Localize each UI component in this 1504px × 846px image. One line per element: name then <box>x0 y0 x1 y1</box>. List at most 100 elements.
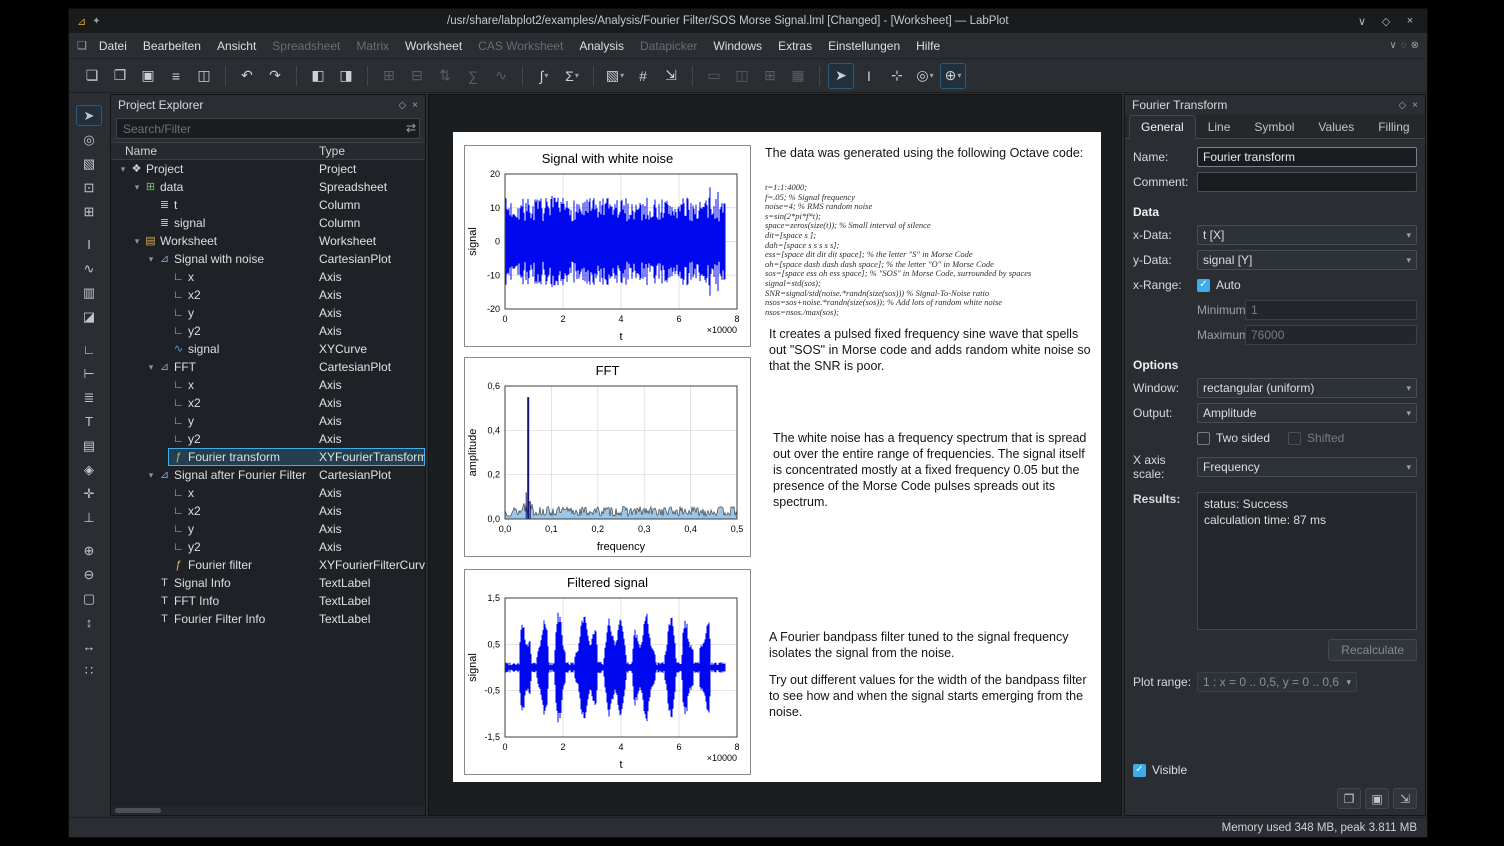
tree-row-fft[interactable]: ▾⊿FFTCartesianPlot <box>111 358 425 376</box>
new-document-button[interactable]: ❏ <box>79 63 105 89</box>
menu-worksheet[interactable]: Worksheet <box>397 36 470 56</box>
worksheet-page[interactable]: Signal with white noise0246820100-10-20×… <box>453 132 1101 782</box>
tree-row-worksheet[interactable]: ▾▤WorksheetWorksheet <box>111 232 425 250</box>
shift-vertical-tool[interactable]: ↕ <box>76 612 102 633</box>
expander-icon[interactable]: ▾ <box>145 466 157 484</box>
tree-row-x2[interactable]: ∟x2Axis <box>111 394 425 412</box>
x-axis-scale-select[interactable]: Frequency ▾ <box>1197 457 1417 477</box>
add-histogram-tool[interactable]: ▥ <box>76 282 102 303</box>
redo-button[interactable]: ↷ <box>262 63 288 89</box>
print-button[interactable]: ≡ <box>163 63 189 89</box>
explorer-hscrollbar[interactable] <box>111 806 425 815</box>
tree-row-t[interactable]: ≣tColumn <box>111 196 425 214</box>
add-xy-curve-tool[interactable]: ∿ <box>76 258 102 279</box>
two-sided-checkbox[interactable] <box>1197 432 1210 445</box>
menu-windows[interactable]: Windows <box>705 36 770 56</box>
crosshair-tool-button[interactable]: ⊹ <box>884 63 910 89</box>
save-template-button[interactable]: ▣ <box>1365 788 1389 809</box>
add-vertical-axis-tool[interactable]: ⊢ <box>76 363 102 384</box>
minimum-input[interactable]: 1 <box>1245 300 1417 320</box>
menu-hilfe[interactable]: Hilfe <box>908 36 948 56</box>
plot-range-select[interactable]: 1 : x = 0 .. 0,5, y = 0 .. 0,6 ▾ <box>1197 672 1357 692</box>
save-default-button[interactable]: ⇲ <box>1393 788 1417 809</box>
add-data-operation-button[interactable]: Σ▾ <box>559 63 585 89</box>
add-legend-tool[interactable]: ≣ <box>76 387 102 408</box>
tree-row-signal[interactable]: ≣signalColumn <box>111 214 425 232</box>
expander-icon[interactable]: ▾ <box>145 358 157 376</box>
hscrollbar-thumb[interactable] <box>115 808 161 813</box>
statistics-button[interactable]: ∑ <box>460 63 486 89</box>
insert-column-button[interactable]: ⊟ <box>404 63 430 89</box>
pin-icon[interactable]: ✦ <box>92 16 100 27</box>
filter-info-text[interactable]: A Fourier bandpass filter tuned to the s… <box>769 629 1093 661</box>
tree-row-x2[interactable]: ∟x2Axis <box>111 286 425 304</box>
tree-row-fourier-filter-info[interactable]: TFourier Filter InfoTextLabel <box>111 610 425 628</box>
name-input[interactable]: Fourier transform <box>1197 147 1417 167</box>
zoom-tool-button[interactable]: ◎▾ <box>912 63 938 89</box>
new-worksheet-tool[interactable]: ⊡ <box>76 177 102 198</box>
magnification-button[interactable]: ⊕▾ <box>940 63 966 89</box>
output-select[interactable]: Amplitude ▾ <box>1197 403 1417 423</box>
add-fit-curve-tool[interactable]: ◪ <box>76 306 102 327</box>
add-custom-point-tool[interactable]: ✛ <box>76 483 102 504</box>
add-info-element-tool[interactable]: ◈ <box>76 459 102 480</box>
snap-grid-button[interactable]: # <box>630 63 656 89</box>
menubar-close-icon[interactable]: ⊗ <box>1411 40 1419 51</box>
add-plot-button[interactable]: ▭ <box>701 63 727 89</box>
more-tools[interactable]: ∷ <box>76 660 102 681</box>
octave-code-block[interactable]: t=1:1:4000;f=.05; % Signal frequencynois… <box>765 183 1095 317</box>
signal-info-text[interactable]: It creates a pulsed fixed frequency sine… <box>769 326 1093 374</box>
plot-signal-with-noise[interactable]: Signal with white noise0246820100-10-20×… <box>464 145 751 347</box>
add-plot-two-axes-button[interactable]: ◫ <box>729 63 755 89</box>
menu-extras[interactable]: Extras <box>770 36 820 56</box>
menubar-float-icon[interactable]: ◌ <box>1401 40 1407 51</box>
maximum-input[interactable]: 76000 <box>1245 325 1417 345</box>
tree-column-header[interactable]: Name Type <box>111 142 425 160</box>
tab-general[interactable]: General <box>1129 115 1196 139</box>
menubar-collapse-icon[interactable]: ∨ <box>1389 40 1396 51</box>
comment-input[interactable] <box>1197 172 1417 192</box>
close-button[interactable]: × <box>1401 15 1419 27</box>
worksheet-view[interactable]: Signal with white noise0246820100-10-20×… <box>428 94 1122 816</box>
undo-button[interactable]: ↶ <box>234 63 260 89</box>
maximize-button[interactable]: ◇ <box>1377 15 1395 28</box>
tree-row-y[interactable]: ∟yAxis <box>111 304 425 322</box>
export-worksheet-button[interactable]: ⇲ <box>658 63 684 89</box>
menu-datei[interactable]: Datei <box>91 36 135 56</box>
tree-row-y2[interactable]: ∟y2Axis <box>111 430 425 448</box>
tree-row-y[interactable]: ∟yAxis <box>111 520 425 538</box>
tree-row-x[interactable]: ∟xAxis <box>111 484 425 502</box>
auto-range-checkbox[interactable]: ✓ <box>1197 279 1210 292</box>
tree-row-fourier-filter[interactable]: ƒFourier filterXYFourierFilterCurve <box>111 556 425 574</box>
open-document-button[interactable]: ❐ <box>107 63 133 89</box>
tree-row-y2[interactable]: ∟y2Axis <box>111 538 425 556</box>
tree-row-signal-info[interactable]: TSignal InfoTextLabel <box>111 574 425 592</box>
tree-row-y2[interactable]: ∟y2Axis <box>111 322 425 340</box>
float-dock-icon[interactable]: ◇ <box>1398 100 1406 111</box>
tree-row-x[interactable]: ∟xAxis <box>111 268 425 286</box>
tree-row-signal-with-noise[interactable]: ▾⊿Signal with noiseCartesianPlot <box>111 250 425 268</box>
x-data-select[interactable]: t [X] ▾ <box>1197 225 1417 245</box>
menu-ansicht[interactable]: Ansicht <box>209 36 264 56</box>
tab-filling[interactable]: Filling <box>1366 115 1421 138</box>
save-document-button[interactable]: ▣ <box>135 63 161 89</box>
tree-row-x[interactable]: ∟xAxis <box>111 376 425 394</box>
tree-row-fft-info[interactable]: TFFT InfoTextLabel <box>111 592 425 610</box>
add-analysis-curve-button[interactable]: ∫▾ <box>531 63 557 89</box>
tree-row-fourier-transform[interactable]: ƒFourier transformXYFourierTransformCurv… <box>111 448 425 466</box>
expander-icon[interactable]: ▾ <box>131 178 143 196</box>
add-text-label-tool[interactable]: T <box>76 411 102 432</box>
recalculate-button[interactable]: Recalculate <box>1328 639 1417 661</box>
tree-row-signal-after-fourier-filter[interactable]: ▾⊿Signal after Fourier FilterCartesianPl… <box>111 466 425 484</box>
filter-hint-text[interactable]: Try out different values for the width o… <box>769 672 1093 720</box>
tile-windows-button[interactable]: ◧ <box>305 63 331 89</box>
close-dock-icon[interactable]: × <box>412 100 418 111</box>
zoom-in-tool[interactable]: ⊕ <box>76 540 102 561</box>
close-dock-icon[interactable]: × <box>1412 100 1418 111</box>
visible-checkbox[interactable]: ✓ <box>1133 764 1146 777</box>
expander-icon[interactable]: ▾ <box>131 232 143 250</box>
add-plot-template-button[interactable]: ▦ <box>785 63 811 89</box>
menu-analysis[interactable]: Analysis <box>571 36 632 56</box>
search-filter-input[interactable] <box>116 118 420 139</box>
tab-line[interactable]: Line <box>1196 115 1243 138</box>
